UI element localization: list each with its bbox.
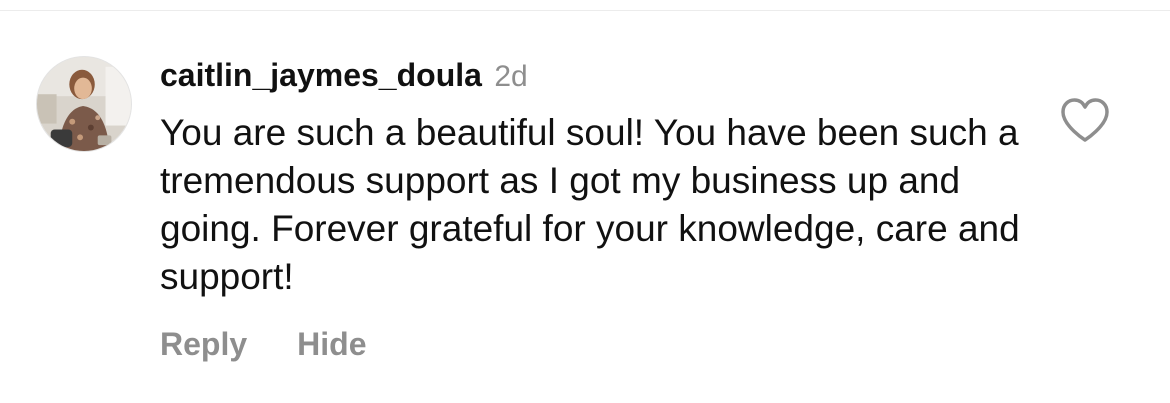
comment-item: caitlin_jaymes_doula 2d You are such a b…	[0, 0, 1170, 403]
comment-actions: Reply Hide	[160, 322, 366, 366]
avatar-photo	[37, 57, 131, 151]
heart-outline-icon	[1061, 98, 1109, 142]
reply-button[interactable]: Reply	[160, 322, 247, 366]
timestamp: 2d	[494, 60, 528, 93]
comment-text: You are such a beautiful soul! You have …	[160, 112, 1020, 297]
hide-button[interactable]: Hide	[297, 322, 366, 366]
avatar[interactable]	[36, 56, 132, 152]
comment-header: caitlin_jaymes_doula 2d	[160, 55, 528, 102]
username[interactable]: caitlin_jaymes_doula	[160, 57, 482, 93]
like-button[interactable]	[1058, 96, 1112, 144]
